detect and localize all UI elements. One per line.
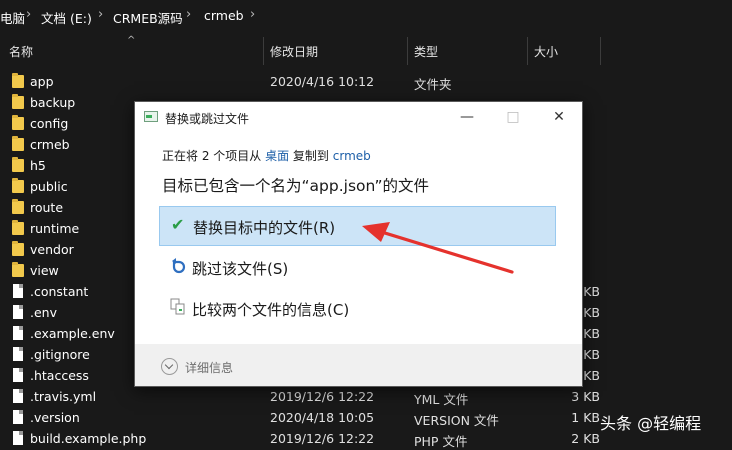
file-size: KB bbox=[583, 284, 600, 299]
replace-skip-dialog: 替换或跳过文件 — □ ✕ 正在将 2 个项目从 桌面 复制到 crmeb 目标… bbox=[134, 101, 583, 387]
folder-icon bbox=[12, 73, 24, 88]
column-header: 名称 修改日期 类型 大小 bbox=[0, 37, 732, 65]
file-icon bbox=[13, 347, 23, 361]
breadcrumb-separator-icon: › bbox=[98, 7, 104, 22]
file-size: KB bbox=[583, 368, 600, 383]
folder-icon bbox=[12, 157, 24, 172]
folder-icon bbox=[12, 262, 24, 277]
column-date-header[interactable]: 修改日期 bbox=[270, 43, 318, 60]
breadcrumb-item-drive[interactable]: 文档 (E:) bbox=[41, 8, 92, 27]
folder-icon bbox=[12, 136, 24, 151]
file-name: .constant bbox=[30, 284, 89, 299]
dialog-footer: 详细信息 bbox=[135, 344, 582, 386]
maximize-button: □ bbox=[506, 109, 520, 125]
copy-status-middle: 复制到 bbox=[289, 149, 333, 163]
file-date: 2020/4/18 10:05 bbox=[270, 410, 375, 425]
compare-icon bbox=[170, 298, 185, 315]
file-row[interactable]: app 2020/4/16 10:12 文件夹 bbox=[0, 71, 732, 92]
skip-option[interactable]: 跳过该文件(S) bbox=[159, 248, 554, 286]
file-name: build.example.php bbox=[30, 431, 147, 446]
folder-icon bbox=[12, 94, 24, 109]
file-name: runtime bbox=[30, 221, 80, 236]
file-date: 2019/12/6 12:22 bbox=[270, 389, 375, 404]
details-toggle[interactable]: 详细信息 bbox=[185, 359, 233, 376]
copy-status: 正在将 2 个项目从 桌面 复制到 crmeb bbox=[162, 147, 371, 164]
breadcrumb: 电脑 › 文档 (E:) › CRMEB源码 › crmeb › bbox=[0, 0, 732, 32]
column-type-header[interactable]: 类型 bbox=[414, 43, 438, 60]
compare-option[interactable]: 比较两个文件的信息(C) bbox=[159, 289, 554, 327]
folder-icon bbox=[12, 178, 24, 193]
compare-option-label: 比较两个文件的信息(C) bbox=[192, 301, 350, 319]
file-size: 2 KB bbox=[571, 431, 600, 446]
file-name: .gitignore bbox=[30, 347, 90, 362]
destination-link[interactable]: crmeb bbox=[333, 149, 371, 163]
file-name: config bbox=[30, 116, 69, 131]
file-row[interactable]: .travis.yml 2019/12/6 12:22 YML 文件 3 KB bbox=[0, 386, 732, 407]
column-name-header[interactable]: 名称 bbox=[9, 43, 33, 60]
file-type: VERSION 文件 bbox=[414, 413, 499, 428]
file-type: PHP 文件 bbox=[414, 434, 468, 449]
file-name: .example.env bbox=[30, 326, 115, 341]
skip-option-label: 跳过该文件(S) bbox=[192, 260, 289, 278]
file-icon bbox=[13, 368, 23, 382]
file-size: KB bbox=[583, 326, 600, 341]
file-name: app bbox=[30, 74, 54, 89]
file-size: KB bbox=[583, 305, 600, 320]
column-divider[interactable] bbox=[600, 37, 601, 65]
breadcrumb-separator-icon: › bbox=[26, 7, 32, 22]
file-name: crmeb bbox=[30, 137, 70, 152]
file-name: h5 bbox=[30, 158, 46, 173]
folder-icon bbox=[12, 241, 24, 256]
dialog-title: 替换或跳过文件 bbox=[165, 112, 250, 126]
folder-icon bbox=[12, 199, 24, 214]
breadcrumb-item-source[interactable]: CRMEB源码 bbox=[113, 8, 183, 27]
close-button[interactable]: ✕ bbox=[536, 102, 582, 132]
file-icon bbox=[13, 431, 23, 445]
copy-status-prefix: 正在将 2 个项目从 bbox=[162, 149, 266, 163]
expand-details-icon[interactable] bbox=[161, 358, 178, 375]
file-icon bbox=[13, 389, 23, 403]
minimize-button[interactable]: — bbox=[444, 102, 490, 132]
file-date: 2019/12/6 12:22 bbox=[270, 431, 375, 446]
file-name: vendor bbox=[30, 242, 74, 257]
column-divider[interactable] bbox=[263, 37, 264, 65]
replace-option[interactable]: ✔ 替换目标中的文件(R) bbox=[159, 206, 556, 246]
column-divider[interactable] bbox=[407, 37, 408, 65]
file-icon bbox=[13, 410, 23, 424]
file-size: 3 KB bbox=[571, 389, 600, 404]
replace-option-label: 替换目标中的文件(R) bbox=[193, 219, 336, 237]
file-name: view bbox=[30, 263, 59, 278]
conflict-heading: 目标已包含一个名为“app.json”的文件 bbox=[162, 177, 430, 195]
breadcrumb-separator-icon: › bbox=[250, 7, 256, 22]
breadcrumb-separator-icon: › bbox=[186, 7, 192, 22]
breadcrumb-item-pc[interactable]: 电脑 bbox=[0, 8, 25, 27]
dialog-titlebar[interactable]: 替换或跳过文件 — □ ✕ bbox=[135, 102, 582, 132]
file-name: backup bbox=[30, 95, 76, 110]
copy-progress-icon bbox=[144, 111, 158, 122]
source-link[interactable]: 桌面 bbox=[265, 149, 289, 163]
file-name: .htaccess bbox=[30, 368, 89, 383]
breadcrumb-item-crmeb[interactable]: crmeb bbox=[204, 8, 244, 23]
file-icon bbox=[13, 305, 23, 319]
file-name: .version bbox=[30, 410, 80, 425]
file-name: public bbox=[30, 179, 68, 194]
skip-icon bbox=[172, 258, 186, 274]
file-size: KB bbox=[583, 347, 600, 362]
file-date: 2020/4/16 10:12 bbox=[270, 74, 375, 89]
file-name: .env bbox=[30, 305, 57, 320]
file-icon bbox=[13, 284, 23, 298]
file-name: .travis.yml bbox=[30, 389, 97, 404]
file-size: 1 KB bbox=[571, 410, 600, 425]
folder-icon bbox=[12, 115, 24, 130]
column-divider[interactable] bbox=[527, 37, 528, 65]
file-name: route bbox=[30, 200, 64, 215]
file-type: YML 文件 bbox=[414, 392, 469, 407]
checkmark-icon: ✔ bbox=[171, 215, 185, 234]
file-type: 文件夹 bbox=[414, 77, 452, 92]
column-size-header[interactable]: 大小 bbox=[534, 43, 558, 60]
watermark: 头条 @轻编程 bbox=[600, 414, 702, 433]
folder-icon bbox=[12, 220, 24, 235]
file-icon bbox=[13, 326, 23, 340]
